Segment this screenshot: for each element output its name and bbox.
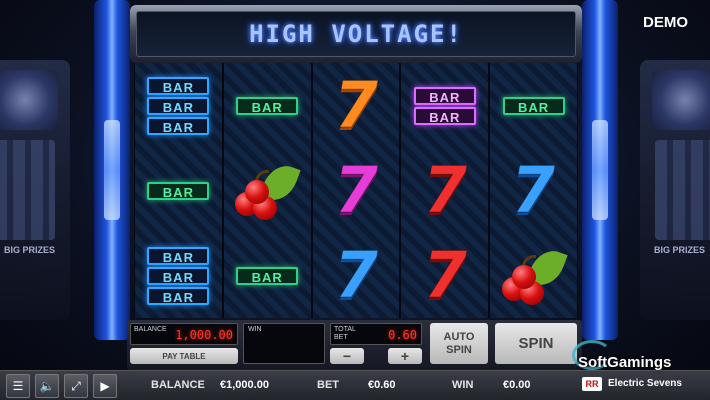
bar-stack: BAR [236, 266, 299, 285]
reel-cell: BAR [135, 148, 222, 233]
demo-badge: DEMO [643, 14, 688, 31]
reel-cell: BAR [224, 233, 311, 318]
seven-symbol: 7 [415, 153, 474, 228]
cherry-fruit [511, 264, 536, 289]
bar-symbol: BAR [147, 96, 210, 115]
bar-symbol: BAR [413, 106, 476, 125]
auto-spin-button[interactable]: AUTO SPIN [430, 323, 488, 364]
seven-symbol: 7 [327, 68, 386, 143]
bar-symbol: BAR [147, 266, 210, 285]
reel-2: BAR BAR [223, 63, 311, 318]
bar-symbol: BAR [413, 86, 476, 105]
game-title: HIGH VOLTAGE! [249, 20, 463, 48]
seven-symbol: 7 [327, 153, 386, 228]
cherry-symbol [498, 244, 570, 305]
menu-button[interactable]: ☰ [6, 374, 30, 398]
bottom-bet-value: €0.60 [368, 379, 396, 391]
game-logo-icon: RR [582, 377, 602, 391]
bar-stack: BAR [236, 96, 299, 115]
spin-button[interactable]: SPIN [495, 323, 577, 364]
frame-pillar-right [582, 0, 618, 340]
bottom-bet-label: BET [317, 379, 339, 391]
reel-cell: 7 [490, 148, 577, 233]
background-machine-topper [0, 70, 58, 130]
background-slot-machine-right: BIG PRIZES [640, 60, 710, 320]
cherry-symbol [231, 159, 303, 220]
bar-symbol: BAR [147, 116, 210, 135]
total-bet-value: 0.60 [388, 328, 417, 342]
bar-stack: BAR BAR BAR [147, 76, 210, 135]
slot-game-screen: BIG PRIZES BIG PRIZES HIGH VOLTAGE! DEMO… [0, 0, 710, 400]
bottom-win-label: WIN [452, 379, 474, 391]
bar-stack: BAR BAR BAR [147, 246, 210, 305]
seven-symbol: 7 [504, 153, 563, 228]
bet-increase-button[interactable]: + [388, 348, 422, 364]
reel-5: BAR 7 [490, 63, 577, 318]
reel-1: BAR BAR BAR BAR BAR BAR BAR [135, 63, 222, 318]
bet-decrease-button[interactable]: − [330, 348, 364, 364]
background-prize-text: BIG PRIZES [4, 245, 56, 255]
branding-overlay: SoftGamings RR Electric Sevens [572, 340, 710, 400]
bar-symbol: BAR [147, 76, 210, 95]
sound-button[interactable]: 🔈 [35, 374, 59, 398]
bar-stack: BAR BAR [413, 86, 476, 125]
total-bet-display: TOTAL BET 0.60 [330, 323, 422, 345]
hamburger-menu-icon: ☰ [12, 379, 24, 393]
background-machine-screen [0, 140, 55, 240]
reel-cell: BAR BAR BAR [135, 233, 222, 318]
bottom-balance-label: BALANCE [151, 379, 205, 391]
bottom-balance-value: €1,000.00 [220, 379, 269, 391]
reel-cell: 7 [401, 233, 488, 318]
title-display: HIGH VOLTAGE! [136, 11, 576, 57]
frame-pillar-left [94, 0, 130, 340]
reel-3: 7 7 7 [312, 63, 400, 318]
paytable-button[interactable]: PAY TABLE [130, 348, 238, 364]
reel-cell: 7 [313, 233, 400, 318]
bar-symbol: BAR [502, 96, 565, 115]
bar-symbol: BAR [236, 266, 299, 285]
bar-stack: BAR [147, 181, 210, 200]
seven-symbol: 7 [415, 238, 474, 313]
reel-cell: 7 [313, 148, 400, 233]
balance-label: BALANCE [134, 326, 167, 333]
balance-value: 1,000.00 [175, 328, 233, 342]
bar-symbol: BAR [147, 246, 210, 265]
reel-4: BAR BAR 7 7 [401, 63, 489, 318]
control-panel: BALANCE 1,000.00 PAY TABLE WIN TOTAL BET… [127, 320, 582, 370]
reel-cell [224, 148, 311, 233]
reels-area: BAR BAR BAR BAR BAR BAR BAR BAR BAR 7 7 7 BAR BAR 7 7 BA… [134, 63, 578, 318]
video-button[interactable]: ▶ [93, 374, 117, 398]
background-machine-topper [652, 70, 710, 130]
reel-cell: 7 [313, 63, 400, 148]
speaker-icon: 🔈 [39, 379, 55, 393]
reel-cell: BAR [224, 63, 311, 148]
bar-symbol: BAR [236, 96, 299, 115]
game-name: Electric Sevens [608, 378, 682, 389]
background-prize-text: BIG PRIZES [654, 245, 706, 255]
fullscreen-button[interactable]: ⤢ [64, 374, 88, 398]
bar-symbol: BAR [147, 286, 210, 305]
win-label: WIN [248, 326, 262, 333]
win-display: WIN [243, 323, 325, 364]
total-bet-label: TOTAL BET [334, 326, 356, 341]
balance-display: BALANCE 1,000.00 [130, 323, 238, 345]
reel-cell: BAR BAR [401, 63, 488, 148]
reel-cell: BAR [490, 63, 577, 148]
background-slot-machine-left: BIG PRIZES [0, 60, 70, 320]
reel-cell [490, 233, 577, 318]
bar-symbol: BAR [147, 181, 210, 200]
bottom-win-value: €0.00 [503, 379, 531, 391]
provider-name: SoftGamings [578, 354, 672, 371]
fullscreen-icon: ⤢ [71, 378, 81, 393]
game-header: HIGH VOLTAGE! [130, 5, 582, 63]
cherry-fruit [245, 179, 270, 204]
play-video-icon: ▶ [100, 379, 110, 393]
bar-stack: BAR [502, 96, 565, 115]
seven-symbol: 7 [327, 238, 386, 313]
reel-cell: 7 [401, 148, 488, 233]
reel-cell: BAR BAR BAR [135, 63, 222, 148]
background-machine-screen [655, 140, 710, 240]
